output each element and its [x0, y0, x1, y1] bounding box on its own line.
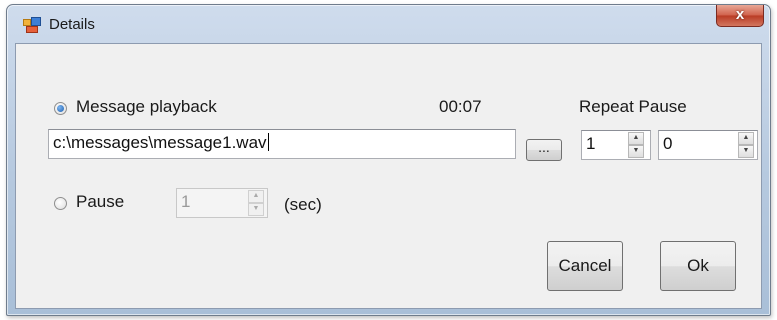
repeat-spinner[interactable]: ▲ ▼ [628, 132, 644, 158]
pause-down-arrow-icon[interactable]: ▼ [738, 145, 754, 158]
pause-radio[interactable] [54, 197, 67, 210]
form-window-icon [23, 17, 41, 33]
pause-label[interactable]: Pause [76, 192, 124, 212]
repeat-down-arrow-icon[interactable]: ▼ [628, 145, 644, 158]
pause-seconds-down-icon: ▼ [248, 203, 264, 216]
pause-spinner[interactable]: ▲ ▼ [738, 132, 754, 158]
cancel-button[interactable]: Cancel [547, 241, 623, 291]
window-title: Details [49, 16, 95, 33]
repeat-up-arrow-icon[interactable]: ▲ [628, 132, 644, 145]
file-path-value: c:\messages\message1.wav [53, 133, 267, 152]
pause-up-arrow-icon[interactable]: ▲ [738, 132, 754, 145]
repeat-pause-label: Repeat Pause [579, 97, 687, 116]
text-caret [267, 133, 269, 151]
pause-seconds-value: 1 [181, 192, 191, 211]
file-path-field[interactable]: c:\messages\message1.wav [48, 129, 516, 159]
title-bar[interactable]: Details x [7, 5, 770, 43]
message-playback-radio[interactable] [54, 102, 67, 115]
browse-button[interactable]: ... [526, 139, 562, 161]
close-icon[interactable]: x [716, 5, 764, 27]
pause-seconds-up-icon: ▲ [248, 190, 264, 203]
repeat-value: 1 [586, 134, 596, 153]
pause-stepper-value: 0 [663, 134, 673, 153]
message-playback-label[interactable]: Message playback [76, 97, 217, 117]
details-dialog: Details x Message playback 00:07 Repeat … [6, 4, 771, 316]
dialog-content: Message playback 00:07 Repeat Pause c:\m… [15, 43, 762, 309]
ok-button[interactable]: Ok [660, 241, 736, 291]
seconds-unit-label: (sec) [284, 195, 322, 214]
playback-duration: 00:07 [439, 97, 482, 116]
pause-seconds-spinner: ▲ ▼ [248, 190, 264, 216]
